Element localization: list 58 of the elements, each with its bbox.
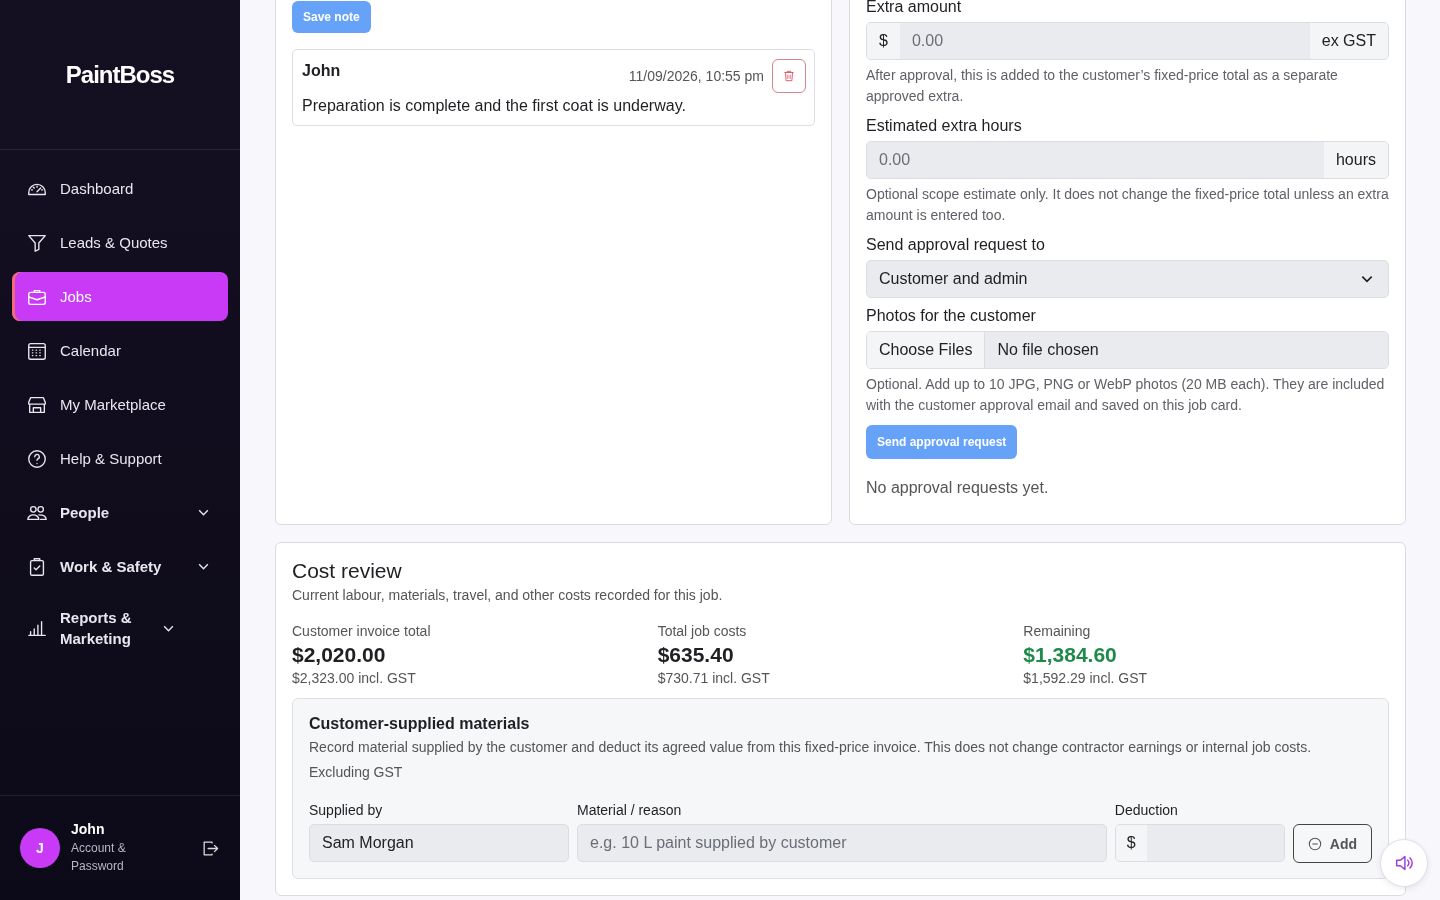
field-label: Estimated extra hours (866, 116, 1023, 136)
empty-state-text: No approval requests yet. (866, 479, 1050, 497)
note-author: John (302, 62, 342, 80)
field-label: Material / reason (577, 802, 683, 818)
nav-item[interactable]: Reports & Marketing (12, 596, 228, 660)
help-icon (26, 447, 48, 470)
choose-files-button[interactable]: Choose Files (867, 332, 986, 368)
field-label: Supplied by (309, 802, 384, 818)
nav-item[interactable]: Help & Support (12, 434, 228, 483)
supplied-by-field[interactable]: Sam Morgan (309, 824, 569, 862)
deduction-field[interactable]: $ (1114, 824, 1285, 862)
user-avatar[interactable]: J (20, 828, 60, 868)
extra-amount-field[interactable]: $ 0.00 ex GST (866, 22, 1389, 60)
stat-value: $1,384.60 (1023, 643, 1118, 667)
nav-item[interactable]: Jobs (12, 272, 228, 321)
file-status: No file chosen (985, 332, 1388, 368)
panel-title: Customer-supplied materials (309, 715, 531, 733)
account-link[interactable]: Account & Password (71, 839, 146, 875)
section-title: Cost review (292, 559, 403, 583)
stat-subtext: $1,592.29 incl. GST (1023, 670, 1149, 686)
nav-item[interactable]: People (12, 488, 228, 537)
unit-addon: hours (1323, 142, 1388, 178)
stat-subtext: $2,323.00 incl. GST (292, 670, 417, 686)
panel-note: Excluding GST (309, 764, 404, 780)
material-field[interactable]: e.g. 10 L paint supplied by customer (577, 824, 1107, 862)
stat-label: Total job costs (657, 623, 748, 639)
user-name: John (71, 821, 106, 837)
nav-item[interactable]: Work & Safety (12, 542, 228, 591)
note-time: 11/09/2026, 10:55 pm (628, 68, 764, 84)
unit-addon: ex GST (1309, 23, 1388, 59)
extra-hours-field[interactable]: 0.00 hours (866, 141, 1389, 179)
field-label: Send approval request to (866, 235, 1046, 255)
minus-circle-icon (1307, 836, 1322, 851)
app-logo: PaintBoss (65, 60, 175, 89)
field-label: Deduction (1114, 802, 1179, 818)
currency-addon: $ (867, 23, 900, 59)
panel-description: Record material supplied by the customer and deduct its agreed value from this fixed-price invoice. This does not change contractor earnings or internal job costs. (309, 739, 1313, 755)
help-text: After approval, this is added to the customer’s fixed-price total as a separate approved extra. (866, 66, 1339, 106)
help-text: Optional scope estimate only. It does not change the fixed-price total unless an extra amount is entered too. (866, 185, 1389, 225)
delete-button[interactable] (772, 59, 806, 93)
nav-item[interactable]: My Marketplace (12, 380, 228, 429)
stat-value: $635.40 (657, 643, 735, 667)
stat-value: $2,020.00 (292, 643, 387, 667)
note-text: Preparation is complete and the first coat is underway. (302, 97, 687, 115)
recipient-select[interactable]: Customer and admin (866, 260, 1389, 298)
section-subtitle: Current labour, materials, travel, and other costs recorded for this job. (292, 587, 724, 603)
help-text: Optional. Add up to 10 JPG, PNG or WebP photos (20 MB each). They are included with the customer approval email and saved on this job card. (866, 375, 1386, 415)
file-field[interactable]: Choose Files No file chosen (866, 331, 1389, 369)
field-label: Extra amount (866, 0, 963, 17)
stat-label: Customer invoice total (292, 623, 432, 639)
nav-item[interactable]: Dashboard (12, 164, 228, 213)
stat-subtext: $730.71 incl. GST (657, 670, 771, 686)
trash-icon (782, 69, 796, 83)
stat-label: Remaining (1023, 623, 1092, 639)
nav-item[interactable]: Calendar (12, 326, 228, 375)
nav-item[interactable]: Leads & Quotes (12, 218, 228, 267)
field-label: Photos for the customer (866, 306, 1037, 326)
currency-addon: $ (1115, 825, 1147, 861)
